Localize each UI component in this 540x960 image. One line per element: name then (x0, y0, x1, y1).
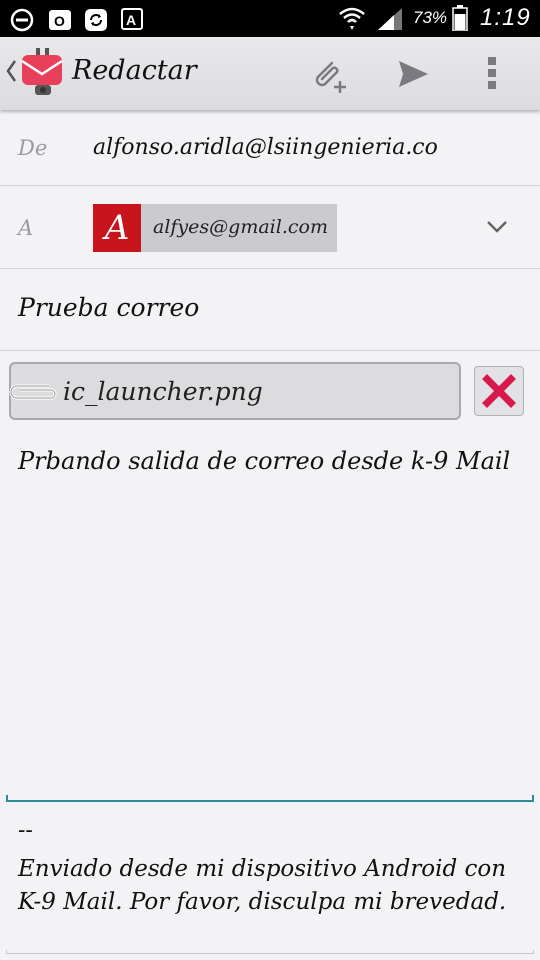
recipient-email: alfyes@gmail.com (153, 216, 328, 238)
font-icon: A (121, 8, 143, 30)
from-field[interactable]: alfonso.aridla@lsiingenieria.co (93, 135, 438, 160)
chevron-down-icon[interactable] (486, 220, 508, 234)
overflow-menu-icon[interactable] (486, 55, 498, 91)
message-body-underline (6, 795, 534, 802)
battery-percent: 73% (413, 8, 448, 27)
page-title: Redactar (72, 55, 197, 86)
remove-attachment-button[interactable] (474, 366, 524, 416)
attachment-filename: ic_launcher.png (63, 377, 263, 406)
svg-text:A: A (126, 12, 136, 28)
close-icon (482, 374, 516, 408)
clock: 1:19 (480, 4, 531, 31)
signature-underline (6, 950, 534, 954)
back-chevron-icon[interactable] (5, 59, 17, 83)
wifi-icon (339, 7, 365, 30)
action-bar: Redactar (0, 37, 540, 110)
recipient-chip[interactable]: A alfyes@gmail.com (93, 204, 337, 252)
from-row[interactable]: De alfonso.aridla@lsiingenieria.co (0, 110, 540, 186)
signal-icon (378, 8, 402, 30)
send-icon[interactable] (398, 59, 430, 89)
message-body[interactable]: Prbando salida de correo desde k-9 Mail (18, 447, 510, 475)
attachment-item[interactable]: ic_launcher.png (9, 362, 461, 420)
signature-separator: -- (18, 818, 33, 843)
to-label: A (18, 216, 34, 240)
from-label: De (18, 136, 48, 160)
svg-text:O: O (54, 13, 65, 29)
battery-icon (452, 5, 468, 31)
subject-field[interactable]: Prueba correo (18, 293, 199, 322)
do-not-disturb-icon (10, 8, 34, 32)
signature-field[interactable]: Enviado desde mi dispositivo Android con… (18, 853, 528, 919)
status-bar: O A 73% 1:19 (0, 0, 540, 37)
avatar: A (93, 204, 141, 252)
k9-mail-logo-icon[interactable] (19, 47, 65, 99)
sync-icon (85, 9, 107, 31)
to-row[interactable]: A A alfyes@gmail.com (0, 186, 540, 269)
paperclip-icon (9, 384, 57, 400)
attach-icon[interactable] (310, 55, 350, 95)
subject-row[interactable]: Prueba correo (0, 269, 540, 351)
outlook-icon: O (49, 10, 71, 30)
